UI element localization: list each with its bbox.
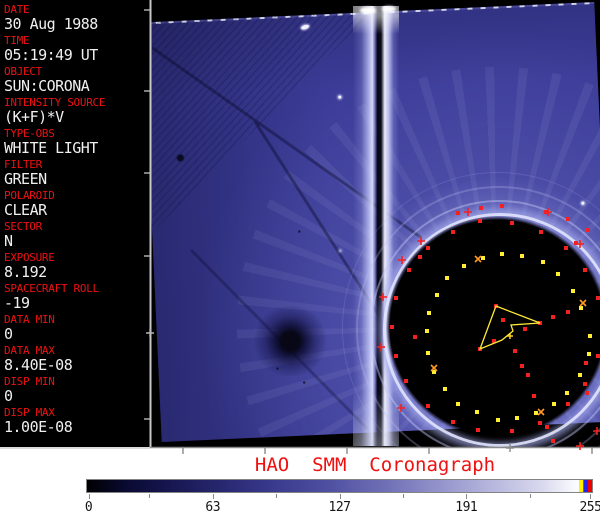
colorbar-end-stripe	[584, 480, 588, 492]
metadata-field-date: DATE 30 Aug 1988	[4, 3, 150, 33]
colorbar-minor-tick	[529, 494, 531, 498]
field-value: 05:19:49 UT	[4, 46, 98, 64]
metadata-field-polaroid: POLAROID CLEAR	[4, 189, 150, 219]
metadata-field-sector: SECTOR N	[4, 220, 150, 250]
field-value: 1.00E-08	[4, 418, 73, 436]
coronagraph-image-display	[150, 0, 600, 448]
field-value: (K+F)*V	[4, 108, 64, 126]
speck	[298, 230, 301, 233]
coronagraph-viewer-window: DATE 30 Aug 1988 TIME 05:19:49 UT OBJECT SUN:…	[0, 0, 600, 512]
metadata-field-time: TIME 05:19:49 UT	[4, 34, 150, 64]
streak-glare	[360, 7, 376, 14]
colorbar-end-stripe	[583, 480, 584, 492]
field-value: 0	[4, 387, 13, 405]
field-value: SUN:CORONA	[4, 77, 90, 95]
colorbar-ticks	[86, 493, 593, 500]
metadata-field-object: OBJECT SUN:CORONA	[4, 65, 150, 95]
colorbar-minor-tick	[276, 494, 278, 498]
metadata-field-spacecraft-roll: SPACECRAFT ROLL -19	[4, 282, 150, 312]
speck	[303, 381, 306, 384]
colorbar-major-tick	[339, 494, 341, 499]
colorbar-end-stripe	[588, 480, 592, 492]
colorbar-minor-tick	[149, 494, 151, 498]
colorbar-label: 127	[328, 500, 351, 512]
colorbar-end-stripe	[579, 480, 583, 492]
field-value: 30 Aug 1988	[4, 15, 98, 33]
metadata-field-exposure: EXPOSURE 8.192	[4, 251, 150, 281]
colorbar-label: 0	[84, 500, 93, 512]
field-value: CLEAR	[4, 201, 47, 219]
colorbar-minor-tick	[402, 494, 404, 498]
colorbar-label: 63	[205, 500, 221, 512]
field-value: 8.192	[4, 263, 47, 281]
field-value: -19	[4, 294, 30, 312]
dark-dust-blob	[250, 304, 330, 378]
colorbar-major-tick	[88, 494, 90, 499]
speck	[276, 367, 279, 370]
occulter-disk	[385, 215, 600, 439]
star-spot	[338, 95, 342, 99]
intensity-colorbar	[86, 479, 593, 493]
colorbar-label: 191	[455, 500, 478, 512]
dark-spot	[175, 153, 186, 163]
colorbar-major-tick	[212, 494, 214, 499]
metadata-field-disp-min: DISP MIN 0	[4, 375, 150, 405]
colorbar-label: 255	[579, 500, 600, 512]
metadata-field-type-obs: TYPE-OBS WHITE LIGHT	[4, 127, 150, 157]
field-label: DATA MIN	[4, 313, 55, 326]
streak-glare	[382, 6, 396, 12]
field-label: SECTOR	[4, 220, 42, 233]
star-spot	[339, 249, 342, 252]
colorbar-major-tick	[466, 494, 468, 499]
metadata-field-disp-max: DISP MAX 1.00E-08	[4, 406, 150, 436]
image-title: HAO SMM Coronagraph	[254, 454, 496, 476]
metadata-field-data-max: DATA MAX 8.40E-08	[4, 344, 150, 374]
field-value: 8.40E-08	[4, 356, 73, 374]
metadata-panel: DATE 30 Aug 1988 TIME 05:19:49 UT OBJECT SUN:…	[0, 0, 150, 449]
metadata-field-filter: FILTER GREEN	[4, 158, 150, 188]
field-label: DISP MIN	[4, 375, 55, 388]
field-value: 0	[4, 325, 13, 343]
metadata-field-intensity-source: INTENSITY SOURCE (K+F)*V	[4, 96, 150, 126]
metadata-field-data-min: DATA MIN 0	[4, 313, 150, 343]
field-value: GREEN	[4, 170, 47, 188]
field-value: WHITE LIGHT	[4, 139, 98, 157]
field-value: N	[4, 232, 13, 250]
colorbar-major-tick	[590, 494, 592, 499]
